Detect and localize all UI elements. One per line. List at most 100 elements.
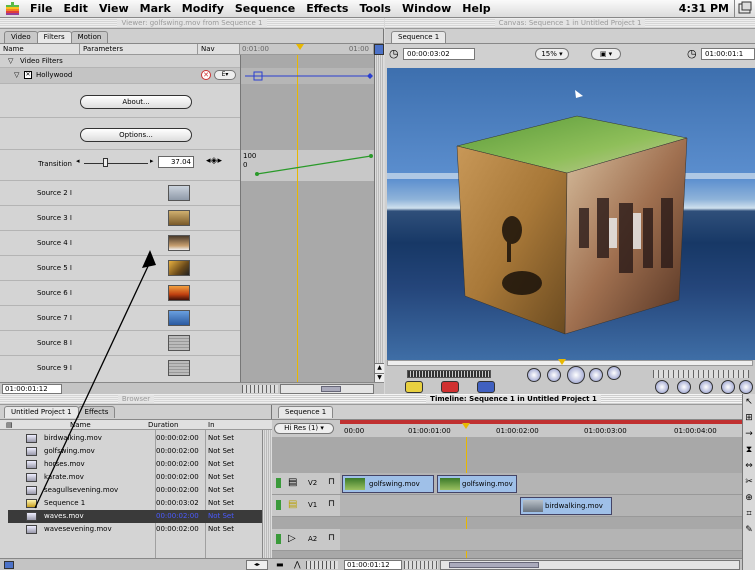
mark-in-button[interactable] <box>655 380 669 394</box>
pen-tool-icon[interactable]: ✎ <box>743 522 755 538</box>
column-in[interactable]: In <box>208 420 215 430</box>
timeline-titlebar[interactable]: Timeline: Sequence 1 in Untitled Project… <box>272 394 755 405</box>
replace-button[interactable] <box>477 381 495 393</box>
transition-slider-thumb[interactable] <box>103 158 108 167</box>
track-select-tool-icon[interactable]: → <box>743 426 755 442</box>
browser-row[interactable]: karate.mov 00:00:02:00 Not Set <box>8 471 263 484</box>
ruler-menu-button[interactable] <box>374 44 384 55</box>
keyframe-graph[interactable] <box>241 55 375 383</box>
browser-hscroll-arrows[interactable]: ◂▸ <box>246 560 268 570</box>
timeline-playhead-icon[interactable] <box>462 423 470 429</box>
filter-nav-menu[interactable]: E▾ <box>214 70 236 80</box>
menu-modify[interactable]: Modify <box>182 2 224 15</box>
source-row[interactable]: Source 8 I <box>0 331 240 356</box>
browser-row[interactable]: waves.mov 00:00:02:00 Not Set <box>8 510 263 523</box>
browser-row[interactable]: golfswing.mov 00:00:02:00 Not Set <box>8 445 263 458</box>
source-well-thumbnail[interactable] <box>168 285 190 301</box>
application-switcher-icon[interactable] <box>737 1 753 16</box>
menu-clock[interactable]: 4:31 PM <box>679 2 729 15</box>
canvas-timecode-field[interactable]: 00:00:03:02 <box>403 48 475 60</box>
track-header-v1[interactable]: ▤ V1 ⊓ <box>272 495 340 517</box>
source-well-thumbnail[interactable] <box>168 260 190 276</box>
source-well-thumbnail[interactable] <box>168 310 190 326</box>
clip-golfswing-2[interactable]: golfswing.mov <box>437 475 517 493</box>
mark-out-button[interactable] <box>677 380 691 394</box>
zoom-popup[interactable]: 15% ▾ <box>535 48 569 60</box>
menu-effects[interactable]: Effects <box>306 2 348 15</box>
insert-button[interactable] <box>405 381 423 393</box>
options-button[interactable]: Options... <box>80 128 192 142</box>
track-visibility-toggle[interactable] <box>276 500 281 510</box>
overwrite-button[interactable] <box>441 381 459 393</box>
source-row[interactable]: Source 4 I <box>0 231 240 256</box>
track-target-icon[interactable]: ▤ <box>288 477 297 488</box>
edit-select-tool-icon[interactable]: ⊞ <box>743 410 755 426</box>
add-keyframe-button[interactable] <box>721 380 735 394</box>
column-nav[interactable]: Nav <box>198 44 240 55</box>
play-button[interactable] <box>567 366 585 384</box>
track-header-a2[interactable]: ▷ A2 ⊓ <box>272 529 340 551</box>
browser-titlebar[interactable]: Browser <box>0 394 272 405</box>
track-visibility-toggle[interactable] <box>276 478 281 488</box>
track-lock-icon[interactable]: ⊓ <box>328 533 335 543</box>
track-size-control[interactable] <box>306 561 338 569</box>
view-popup[interactable]: ▣ ▾ <box>591 48 621 60</box>
playhead-icon[interactable] <box>296 44 304 50</box>
track-lock-icon[interactable]: ⊓ <box>328 499 335 509</box>
viewer-hscrollbar[interactable] <box>280 384 374 394</box>
browser-row[interactable]: horses.mov 00:00:02:00 Not Set <box>8 458 263 471</box>
column-parameters[interactable]: Parameters <box>80 44 198 55</box>
source-well-thumbnail[interactable] <box>168 235 190 251</box>
menu-view[interactable]: View <box>99 2 129 15</box>
menu-sequence[interactable]: Sequence <box>235 2 295 15</box>
tab-motion[interactable]: Motion <box>70 31 109 43</box>
source-well-empty[interactable] <box>168 360 190 376</box>
tab-filters[interactable]: Filters <box>36 31 72 43</box>
filter-enable-checkbox[interactable]: ✕ <box>24 71 32 79</box>
clip-birdwalking[interactable]: birdwalking.mov <box>520 497 612 515</box>
source-row[interactable]: Source 3 I <box>0 206 240 231</box>
clip-golfswing-1[interactable]: golfswing.mov <box>342 475 434 493</box>
canvas-scrubber[interactable] <box>387 359 753 366</box>
track-header-v2[interactable]: ▤ V2 ⊓ <box>272 473 340 495</box>
filter-row-hollywood[interactable]: ▽ ✕ Hollywood ✕ E▾ <box>0 68 240 84</box>
browser-row[interactable]: wavesevening.mov 00:00:02:00 Not Set <box>8 523 263 536</box>
column-name[interactable]: Name <box>0 44 80 55</box>
zoom-tool-icon[interactable]: ⊕ <box>743 490 755 506</box>
filter-disclosure-icon[interactable]: ▽ <box>14 71 19 79</box>
browser-view-button[interactable] <box>4 561 14 569</box>
transition-slider-track[interactable] <box>84 163 148 164</box>
prev-edit-button[interactable] <box>527 368 541 382</box>
tab-timeline-sequence[interactable]: Sequence 1 <box>278 406 334 418</box>
hscroll-thumb[interactable] <box>321 386 341 392</box>
audio-track-icon[interactable]: ▷ <box>288 533 296 544</box>
menu-file[interactable]: File <box>30 2 53 15</box>
track-visibility-toggle[interactable] <box>276 534 281 544</box>
source-well-empty[interactable] <box>168 335 190 351</box>
zoom-slider[interactable] <box>242 385 278 393</box>
disclosure-triangle-icon[interactable]: ▽ <box>8 57 13 65</box>
canvas-playhead-icon[interactable] <box>558 359 566 365</box>
browser-row[interactable]: seagullsevening.mov 00:00:02:00 Not Set <box>8 484 263 497</box>
keyframe-navigator-icon[interactable]: ◂◈▸ <box>206 156 222 166</box>
keyframe-graph-area[interactable]: 100 0 <box>240 55 375 383</box>
track-height-icon[interactable]: ▬ <box>276 560 284 569</box>
reset-filter-icon[interactable]: ✕ <box>201 70 211 80</box>
timeline-zoom-slider[interactable] <box>404 561 438 569</box>
about-button[interactable]: About... <box>80 95 192 109</box>
tab-effects[interactable]: Effects <box>77 406 116 418</box>
canvas-current-timecode[interactable]: 01:00:01:1 <box>701 48 755 60</box>
column-name[interactable]: Name <box>70 420 91 430</box>
viewer-titlebar[interactable]: Viewer: golfswing.mov from Sequence 1 <box>0 18 384 29</box>
jog-control[interactable] <box>653 370 749 378</box>
tab-canvas-sequence[interactable]: Sequence 1 <box>391 31 447 43</box>
track-lane-a2[interactable] <box>340 529 742 551</box>
menu-edit[interactable]: Edit <box>64 2 88 15</box>
timeline-timecode-field[interactable]: 01:00:01:12 <box>344 560 402 570</box>
next-edit-button[interactable] <box>607 366 621 380</box>
play-in-out-button[interactable] <box>547 368 561 382</box>
resolution-popup[interactable]: Hi Res (1) ▾ <box>274 423 334 434</box>
source-row[interactable]: Source 5 I <box>0 256 240 281</box>
play-around-button[interactable] <box>589 368 603 382</box>
source-row[interactable]: Source 2 I <box>0 181 240 206</box>
